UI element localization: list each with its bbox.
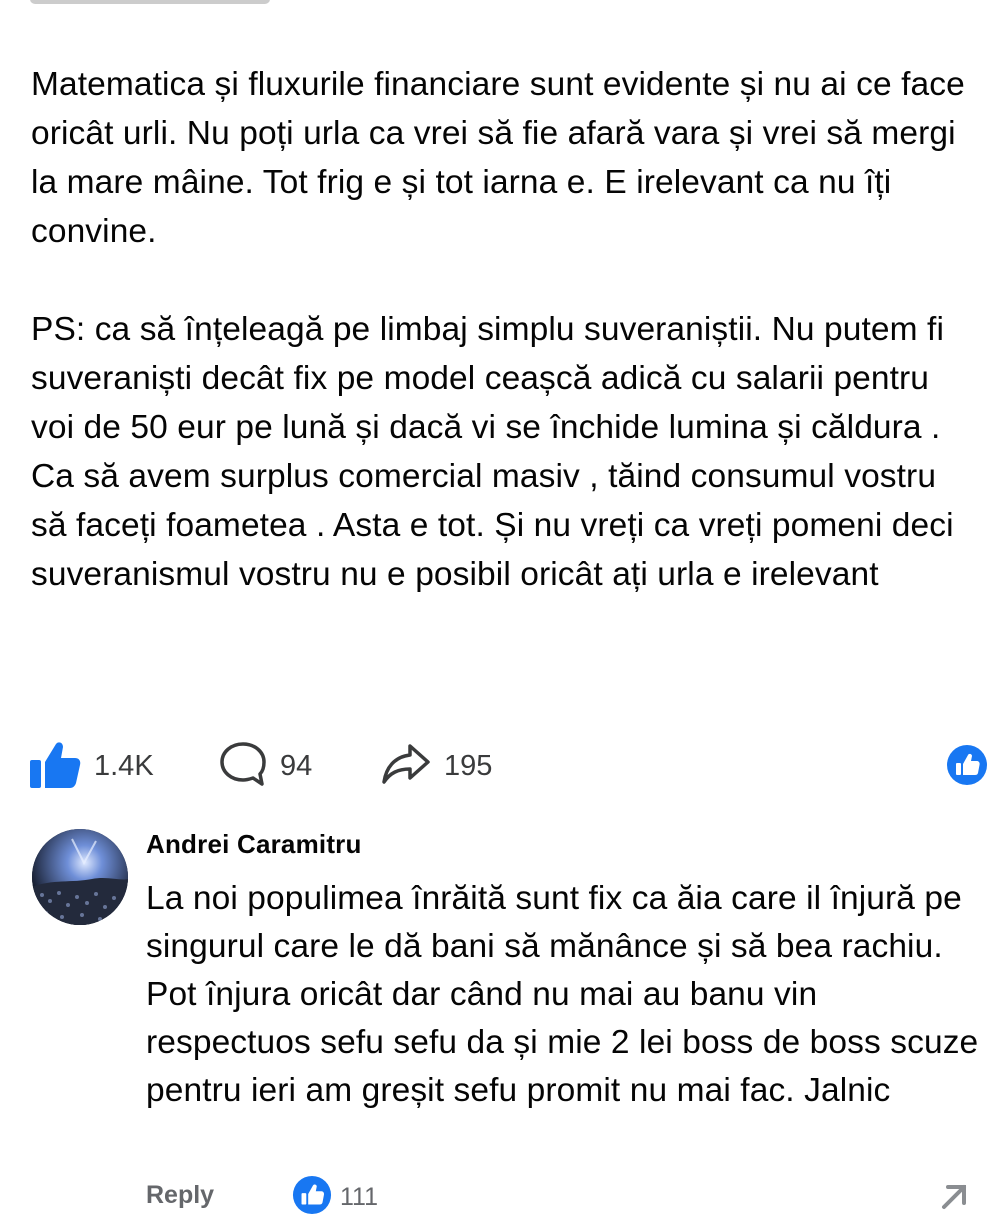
comment-count: 94 <box>280 749 313 782</box>
thumbs-up-icon <box>28 738 82 795</box>
share-button[interactable]: 195 <box>380 738 492 794</box>
more-options-icon[interactable] <box>936 1179 972 1215</box>
comment: Andrei Caramitru La noi populimea înrăit… <box>0 815 1007 1215</box>
comment-author-name[interactable]: Andrei Caramitru <box>146 829 362 860</box>
post-action-bar: 1.4K 94 195 <box>28 738 988 794</box>
post-paragraph: Matematica și fluxurile financiare sunt … <box>31 66 965 250</box>
comment-reaction-count: 111 <box>340 1183 379 1211</box>
comment-button[interactable]: 94 <box>218 738 312 794</box>
like-count: 1.4K <box>94 749 154 782</box>
reply-button[interactable]: Reply <box>146 1181 214 1210</box>
comment-footer: Reply 111 <box>146 1175 986 1221</box>
comment-reactions[interactable]: 111 <box>292 1175 378 1220</box>
post-paragraph: PS: ca să înțeleagă pe limbaj simplu suv… <box>31 311 954 593</box>
comment-text: La noi populimea înrăită sunt fix ca ăia… <box>146 880 979 1109</box>
truncated-previous-line <box>30 0 320 6</box>
share-arrow-icon <box>380 742 432 791</box>
post-body: Matematica și fluxurile financiare sunt … <box>31 60 981 599</box>
like-reaction-badge-icon <box>292 1175 332 1220</box>
avatar[interactable] <box>32 829 128 925</box>
like-button[interactable]: 1.4K <box>28 738 154 794</box>
speech-bubble-icon <box>218 740 268 793</box>
like-reaction-badge-icon <box>946 744 988 786</box>
share-count: 195 <box>444 749 493 782</box>
